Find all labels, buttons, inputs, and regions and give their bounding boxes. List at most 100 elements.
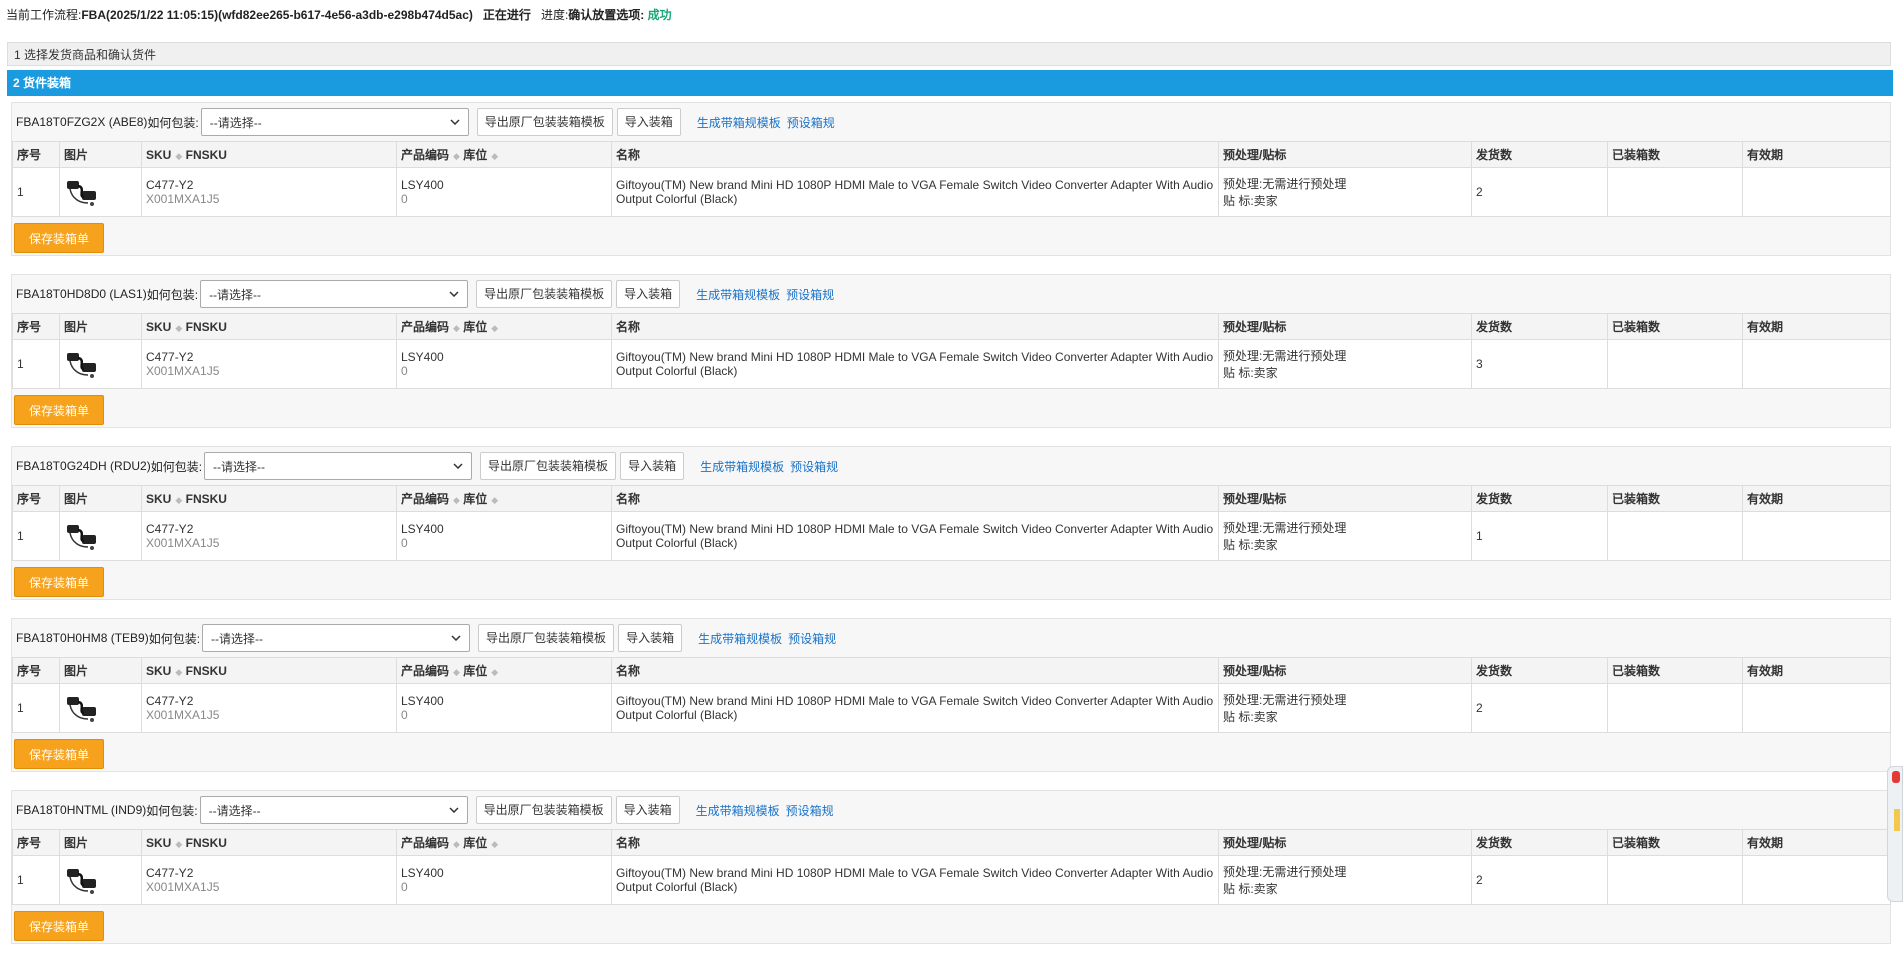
preset-box-link[interactable]: 预设箱规 (788, 630, 836, 647)
prep-value: 预处理:无需进行预处理 (1223, 349, 1347, 363)
sku-value: C477-Y2 (146, 522, 194, 536)
sort-icon[interactable]: ◆ (491, 151, 498, 161)
hdmi-vga-adapter-image (64, 863, 100, 897)
col-prep: 预处理/贴标 (1218, 313, 1472, 340)
col-sku[interactable]: SKU ◆ FNSKU (141, 657, 397, 684)
import-boxing-button[interactable]: 导入装箱 (616, 108, 681, 136)
import-boxing-button[interactable]: 导入装箱 (620, 452, 685, 480)
row-expiry[interactable] (1742, 511, 1891, 561)
generate-template-link[interactable]: 生成带箱规模板 (696, 286, 780, 303)
sort-icon[interactable]: ◆ (491, 495, 498, 505)
preset-box-link[interactable]: 预设箱规 (786, 802, 834, 819)
row-image (59, 339, 142, 389)
items-table: 序号 图片 SKU ◆ FNSKU 产品编码 ◆ 库位 ◆ 名称 预处理/贴标 发货数… (12, 829, 1891, 905)
col-image: 图片 (59, 485, 142, 512)
col-boxed-qty: 已装箱数 (1607, 313, 1743, 340)
col-product-code[interactable]: 产品编码 ◆ 库位 ◆ (396, 313, 612, 340)
location-value: 0 (401, 708, 408, 722)
row-boxed-qty[interactable] (1607, 511, 1743, 561)
col-index: 序号 (12, 657, 60, 684)
generate-template-link[interactable]: 生成带箱规模板 (698, 630, 782, 647)
col-product-code[interactable]: 产品编码 ◆ 库位 ◆ (396, 141, 612, 168)
row-product-code: LSY400 0 (396, 683, 612, 733)
col-product-code[interactable]: 产品编码 ◆ 库位 ◆ (396, 829, 612, 856)
row-expiry[interactable] (1742, 339, 1891, 389)
row-expiry[interactable] (1742, 683, 1891, 733)
pack-method-select[interactable]: --请选择-- (202, 624, 471, 652)
col-index: 序号 (12, 485, 60, 512)
shipment-card: FBA18T0H0HM8 (TEB9) 如何包装: --请选择-- 导出原厂包装… (11, 618, 1891, 772)
pack-method-select[interactable]: --请选择-- (199, 796, 468, 824)
row-boxed-qty[interactable] (1607, 683, 1743, 733)
row-boxed-qty[interactable] (1607, 339, 1743, 389)
generate-template-link[interactable]: 生成带箱规模板 (697, 114, 781, 131)
col-index: 序号 (12, 141, 60, 168)
shipment-toolbar: FBA18T0HD8D0 (LAS1) 如何包装: --请选择-- 导出原厂包装… (12, 275, 1890, 313)
col-image: 图片 (59, 657, 142, 684)
preset-box-link[interactable]: 预设箱规 (790, 458, 838, 475)
row-ship-qty: 1 (1471, 511, 1608, 561)
col-sku[interactable]: SKU ◆ FNSKU (141, 829, 397, 856)
row-name: Giftoyou(TM) New brand Mini HD 1080P HDM… (611, 683, 1219, 733)
export-template-button[interactable]: 导出原厂包装装箱模板 (476, 280, 613, 308)
row-expiry[interactable] (1742, 855, 1891, 905)
export-template-button[interactable]: 导出原厂包装装箱模板 (478, 624, 615, 652)
pack-method-select[interactable]: --请选择-- (200, 280, 469, 308)
table-header-row: 序号 图片 SKU ◆ FNSKU 产品编码 ◆ 库位 ◆ 名称 预处理/贴标 发货数… (12, 485, 1891, 512)
save-packing-list-button[interactable]: 保存装箱单 (14, 223, 104, 253)
save-packing-list-button[interactable]: 保存装箱单 (14, 395, 104, 425)
import-boxing-button[interactable]: 导入装箱 (616, 280, 681, 308)
row-sku: C477-Y2 X001MXA1J5 (141, 339, 397, 389)
export-template-button[interactable]: 导出原厂包装装箱模板 (476, 108, 613, 136)
save-packing-list-button[interactable]: 保存装箱单 (14, 567, 104, 597)
location-value: 0 (401, 364, 408, 378)
sort-icon[interactable]: ◆ (453, 323, 460, 333)
sort-icon[interactable]: ◆ (453, 839, 460, 849)
sort-icon[interactable]: ◆ (175, 323, 182, 333)
import-boxing-button[interactable]: 导入装箱 (615, 796, 680, 824)
row-ship-qty: 2 (1471, 167, 1608, 217)
location-value: 0 (401, 880, 408, 894)
col-sku[interactable]: SKU ◆ FNSKU (141, 313, 397, 340)
preset-box-link[interactable]: 预设箱规 (786, 286, 834, 303)
sort-icon[interactable]: ◆ (453, 667, 460, 677)
row-name: Giftoyou(TM) New brand Mini HD 1080P HDM… (611, 339, 1219, 389)
select-value: --请选择-- (213, 459, 266, 474)
sort-icon[interactable]: ◆ (175, 151, 182, 161)
sort-icon[interactable]: ◆ (453, 495, 460, 505)
row-expiry[interactable] (1742, 167, 1891, 217)
sort-icon[interactable]: ◆ (491, 667, 498, 677)
sort-icon[interactable]: ◆ (491, 839, 498, 849)
sort-icon[interactable]: ◆ (175, 839, 182, 849)
import-boxing-button[interactable]: 导入装箱 (618, 624, 683, 652)
save-packing-list-button[interactable]: 保存装箱单 (14, 739, 104, 769)
row-boxed-qty[interactable] (1607, 855, 1743, 905)
pack-method-select[interactable]: --请选择-- (200, 108, 469, 136)
sort-icon[interactable]: ◆ (175, 667, 182, 677)
pack-method-select[interactable]: --请选择-- (204, 452, 473, 480)
col-product-code[interactable]: 产品编码 ◆ 库位 ◆ (396, 485, 612, 512)
sort-icon[interactable]: ◆ (175, 495, 182, 505)
save-packing-list-button[interactable]: 保存装箱单 (14, 911, 104, 941)
generate-template-link[interactable]: 生成带箱规模板 (696, 802, 780, 819)
fnsku-value: X001MXA1J5 (146, 536, 220, 550)
col-location-label: 库位 (463, 320, 488, 334)
col-fnsku-label: FNSKU (185, 147, 227, 162)
preset-box-link[interactable]: 预设箱规 (787, 114, 835, 131)
row-boxed-qty[interactable] (1607, 167, 1743, 217)
sort-icon[interactable]: ◆ (491, 323, 498, 333)
workflow-label: 当前工作流程: (6, 8, 82, 22)
step-2-header[interactable]: 2 货件装箱 (7, 70, 1893, 96)
row-sku: C477-Y2 X001MXA1J5 (141, 683, 397, 733)
col-sku[interactable]: SKU ◆ FNSKU (141, 141, 397, 168)
export-template-button[interactable]: 导出原厂包装装箱模板 (475, 796, 612, 824)
step-1-header[interactable]: 1 选择发货商品和确认货件 (7, 42, 1891, 66)
generate-template-link[interactable]: 生成带箱规模板 (700, 458, 784, 475)
sort-icon[interactable]: ◆ (453, 151, 460, 161)
col-sku[interactable]: SKU ◆ FNSKU (141, 485, 397, 512)
col-product-code[interactable]: 产品编码 ◆ 库位 ◆ (396, 657, 612, 684)
col-name: 名称 (611, 657, 1219, 684)
row-product-code: LSY400 0 (396, 511, 612, 561)
floating-side-widget[interactable] (1887, 766, 1903, 902)
export-template-button[interactable]: 导出原厂包装装箱模板 (480, 452, 617, 480)
